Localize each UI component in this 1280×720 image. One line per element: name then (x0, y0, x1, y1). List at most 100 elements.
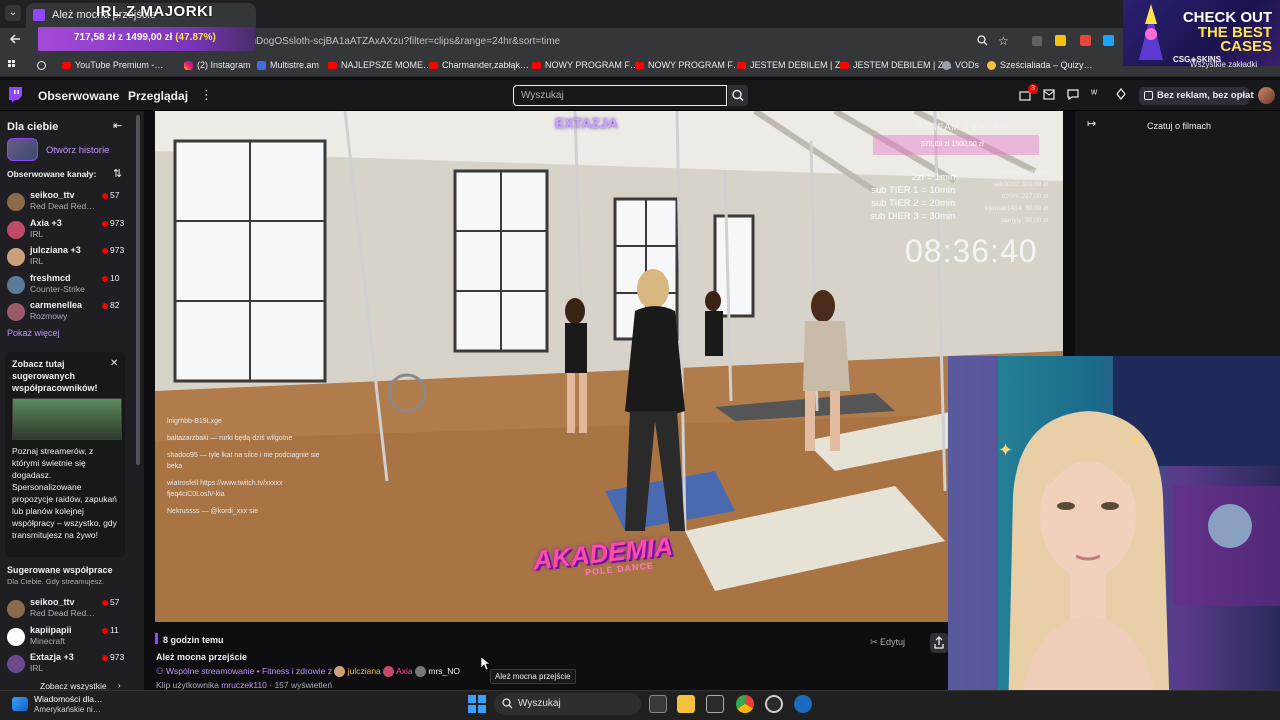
sidebar-channel[interactable]: Axia +3 IRL 973 (0, 218, 140, 244)
taskbar-search[interactable] (494, 693, 641, 715)
bookmark-item[interactable]: JESTEM DEBILEM | Z… (840, 60, 952, 70)
zoom-search-icon[interactable] (977, 35, 988, 46)
search-button[interactable] (728, 85, 748, 106)
bookmark-item[interactable]: (2) Instagram (184, 60, 251, 70)
chat-panel-title: Czatuj o filmach (1147, 121, 1212, 131)
share-icon (934, 636, 944, 649)
edit-button[interactable]: ✂ Edytuj (870, 637, 905, 648)
extension-icon[interactable] (1080, 35, 1091, 46)
nav-following[interactable]: Obserwowane (38, 89, 119, 103)
extension-icon[interactable] (1055, 35, 1066, 46)
chrome-icon[interactable] (736, 695, 754, 713)
tab-list-chevron-icon[interactable]: ⌄ (5, 5, 21, 21)
collapse-sidebar-icon[interactable]: ⇤ (113, 119, 122, 132)
sidebar-channel[interactable]: kapiipapii Minecraft 11 (0, 625, 140, 651)
clip-meta: Klip użytkownika mruczek110 · 157 wyświe… (156, 680, 332, 690)
url-field[interactable]: …ylishDogOSsloth-scjBA1aATZAxAXzu?filter… (226, 36, 560, 47)
channel-category: Counter-Strike (30, 283, 85, 294)
sidebar-scrollbar[interactable] (136, 115, 140, 465)
channel-name: Extazja +3 (30, 652, 74, 662)
chevron-right-icon[interactable]: › (118, 681, 121, 690)
live-indicator-icon (102, 275, 108, 282)
card-preview-image (12, 398, 122, 440)
back-arrow-icon[interactable] (8, 32, 24, 50)
expand-panel-icon[interactable]: ↦ (1087, 117, 1096, 130)
news-widget-title[interactable]: Wiadomości dla… (34, 694, 103, 704)
bookmark-item[interactable]: NOWY PROGRAM F… (635, 60, 742, 70)
inbox-icon[interactable] (1043, 89, 1055, 100)
close-icon[interactable]: ✕ (110, 358, 118, 369)
whispers-icon[interactable] (1067, 89, 1079, 100)
sidebar-channel[interactable]: Extazja +3 IRL 973 (0, 652, 140, 678)
donation-progress-bar: 717,58 zł z 1499,00 zł (47.87%) (38, 27, 255, 51)
file-explorer-icon[interactable] (677, 695, 695, 713)
channel-category: Rozmowy (30, 311, 68, 321)
github-icon[interactable] (37, 61, 46, 70)
all-bookmarks[interactable]: Wszystkie zakładki (1190, 60, 1257, 69)
avatar (334, 666, 346, 678)
open-history-link[interactable]: Otwórz historie (46, 145, 109, 156)
collab-streamer-link[interactable]: Axia (396, 666, 413, 676)
task-view-icon[interactable] (649, 695, 667, 713)
bookmark-label: NOWY PROGRAM F… (545, 60, 639, 70)
youtube-icon (532, 61, 541, 69)
bookmark-item[interactable]: JESTEM DEBILEM | Z… (737, 60, 849, 70)
store-icon[interactable] (706, 695, 724, 713)
viewer-count: 973 (110, 217, 125, 228)
sidebar-channel[interactable]: carmenellea Rozmowy 82 (0, 300, 140, 326)
sidebar-channel[interactable]: seikoo_ttv Red Dead Red… 57 (0, 597, 140, 623)
channel-name: carmenellea (30, 300, 83, 310)
bookmark-item[interactable]: Charmander,zabłąk… (429, 60, 529, 70)
app-icon[interactable] (765, 695, 783, 713)
bits-icon[interactable]: ᵂ (1091, 89, 1097, 100)
news-widget-icon[interactable] (12, 697, 28, 711)
overlay-subathon-rules: 2zł = 1min sub TIER 1 = 10min sub TIER 2… (870, 172, 956, 222)
sidebar-channel[interactable]: julcziana +3 IRL 973 (0, 245, 140, 271)
history-thumbnail[interactable] (7, 138, 38, 161)
sort-icon[interactable]: ⇅ (113, 167, 122, 180)
turbo-no-ads-button[interactable]: Bez reklam, bez opłat (1139, 87, 1254, 105)
twitch-favicon-icon (33, 9, 45, 21)
nav-browse[interactable]: Przeglądaj (128, 89, 188, 103)
channel-avatar (7, 220, 25, 239)
bookmark-item[interactable]: Multistre.am (257, 60, 319, 70)
sidebar-channel[interactable]: seikoo_ttv Red Dead Red… 57 (0, 190, 140, 216)
csgo-skins-ad[interactable]: CHECK OUT THE BEST CASES CSG◈SKINS (1123, 0, 1280, 66)
clip-time-ago: 8 godzin temu (163, 635, 224, 645)
bookmark-star-icon[interactable]: ☆ (998, 34, 1009, 48)
extension-icon[interactable] (1103, 35, 1114, 46)
collab-streamer-link[interactable]: julcziana (348, 666, 381, 676)
youtube-icon (840, 61, 849, 69)
more-options-icon[interactable]: ⋮ (200, 87, 213, 103)
donation-amount: 717,58 zł (74, 32, 116, 43)
bookmark-item[interactable]: NAJLEPSZE MOME… (328, 60, 432, 70)
bookmark-item[interactable]: Sześcialiada – Quizy… (987, 60, 1093, 70)
bookmark-item[interactable]: YouTube Premium -… (62, 60, 163, 70)
bookmark-item[interactable]: NOWY PROGRAM F… (532, 60, 639, 70)
live-indicator-icon (102, 220, 108, 227)
followed-channels-heading: Obserwowane kanały: (7, 169, 97, 179)
bookmark-item[interactable]: VODs (942, 60, 979, 70)
settings-gear-icon[interactable] (794, 695, 812, 713)
viewer-count: 10 (110, 272, 120, 283)
avatar (383, 666, 395, 678)
live-indicator-icon (102, 655, 108, 661)
live-indicator-icon (102, 600, 108, 606)
clip-video-player[interactable]: EXTAZJA STREAM Z EXOTIC 578,69 zł 1500,0… (155, 111, 1063, 622)
show-more-link[interactable]: Pokaż więcej (7, 328, 60, 338)
apps-grid-icon[interactable] (8, 60, 18, 70)
share-button[interactable] (930, 633, 948, 653)
overlay-top-donors: top donator celu seb9030: 300,00 zł rOSH… (985, 169, 1048, 224)
clip-author-link[interactable]: mruczek110 (221, 680, 267, 690)
windows-start-icon[interactable] (468, 695, 486, 713)
crown-icon[interactable] (1115, 88, 1127, 100)
user-avatar[interactable] (1258, 87, 1275, 104)
collab-prefix[interactable]: Wspólne streamowanie • Fitness i zdrowie… (166, 666, 332, 676)
viewer-count: 973 (110, 652, 125, 662)
collab-streamer-link[interactable]: mrs_NO (428, 666, 460, 676)
sidebar-channel[interactable]: freshmcd Counter-Strike 10 (0, 273, 140, 299)
extension-icon[interactable] (1032, 36, 1042, 46)
twitch-logo-icon[interactable] (8, 87, 22, 103)
overlay-goal-bar: 578,69 zł 1500,00 zł (873, 135, 1039, 155)
accent-bar (155, 633, 158, 644)
